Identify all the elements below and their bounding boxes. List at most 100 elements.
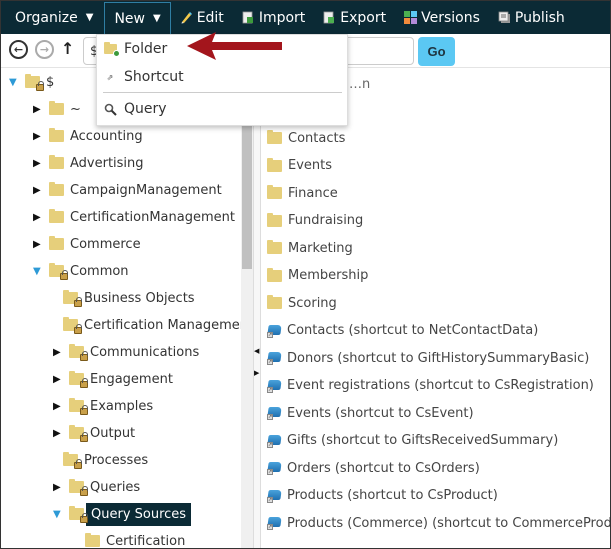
menu-item-query[interactable]: Query	[97, 95, 347, 123]
export-button[interactable]: Export	[314, 1, 395, 34]
tree-item-label: Examples	[90, 398, 154, 414]
forward-button[interactable]: →	[35, 40, 54, 59]
tree-item-label: Business Objects	[84, 290, 195, 306]
list-item-shortcut[interactable]: ↗ Gifts (shortcut to GiftsReceivedSummary…	[267, 430, 558, 452]
locked-folder-icon	[69, 398, 88, 415]
list-item-shortcut[interactable]: ↗ Orders (shortcut to CsOrders)	[267, 457, 480, 479]
query-icon	[103, 103, 117, 116]
folder-icon	[49, 155, 64, 169]
tree-item[interactable]: ▼ $	[9, 71, 54, 93]
collapsed-toggle-icon[interactable]: ▶	[33, 239, 43, 250]
tree-item[interactable]: ▶ CampaignManagement	[33, 179, 222, 201]
folder-icon	[267, 130, 282, 144]
callout-arrow-icon	[187, 32, 282, 60]
collapsed-toggle-icon[interactable]: ▶	[33, 104, 43, 115]
import-button[interactable]: Import	[233, 1, 314, 34]
list-item-folder[interactable]: Marketing	[267, 237, 353, 259]
collapsed-toggle-icon[interactable]: ▶	[53, 374, 63, 385]
list-item-shortcut[interactable]: ↗ Events (shortcut to CsEvent)	[267, 402, 474, 424]
collapsed-toggle-icon[interactable]: ▶	[53, 428, 63, 439]
edit-button[interactable]: Edit	[171, 1, 233, 34]
list-item-label: Gifts (shortcut to GiftsReceivedSummary)	[287, 433, 559, 448]
publish-button[interactable]: Publish	[489, 1, 574, 34]
expanded-toggle-icon[interactable]: ▼	[9, 77, 19, 88]
folder-icon	[49, 236, 64, 250]
tree-item[interactable]: ▶ Commerce	[33, 233, 141, 255]
organize-menu-button[interactable]: Organize ▼	[1, 1, 102, 34]
collapsed-toggle-icon[interactable]: ▶	[53, 347, 63, 358]
list-item-folder[interactable]: Events	[267, 155, 332, 177]
tree-item[interactable]: ▶ ~	[33, 98, 81, 120]
tree-item-label: Certification Management	[84, 317, 241, 333]
list-item-shortcut[interactable]: ↗ Donors (shortcut to GiftHistorySummaryB…	[267, 347, 589, 369]
expanded-toggle-icon[interactable]: ▼	[33, 266, 43, 277]
up-button[interactable]: ↑	[61, 39, 74, 58]
versions-icon	[404, 11, 418, 24]
new-menu-button[interactable]: New ▼	[104, 1, 171, 35]
folder-add-icon	[103, 42, 120, 57]
list-item-label: Marketing	[288, 240, 353, 256]
folder-icon	[49, 182, 64, 196]
back-button[interactable]: ←	[9, 40, 28, 59]
folder-icon	[267, 212, 282, 227]
tree-item[interactable]: Processes	[63, 449, 148, 471]
query-source-shortcut-icon: ↗	[267, 352, 282, 365]
collapsed-toggle-icon[interactable]: ▶	[33, 185, 43, 196]
collapse-left-icon[interactable]: ◀	[254, 347, 259, 355]
list-item-label: Membership	[288, 268, 369, 283]
folder-icon	[267, 267, 282, 282]
tree-item[interactable]: ▶ Output	[53, 422, 135, 444]
lock-icon	[74, 297, 82, 307]
tree-item-label: Engagement	[90, 371, 173, 387]
list-item-label: Events	[288, 158, 333, 173]
collapsed-toggle-icon[interactable]: ▶	[33, 212, 43, 223]
go-button[interactable]: Go	[418, 37, 455, 66]
collapsed-toggle-icon[interactable]: ▶	[53, 401, 63, 412]
list-item-folder[interactable]: Fundraising	[267, 210, 363, 232]
expand-right-icon[interactable]: ▶	[254, 369, 259, 377]
tree-item[interactable]: ▶ Accounting	[33, 125, 143, 147]
folder-icon	[267, 157, 282, 172]
tree-item[interactable]: Certification Management	[63, 314, 241, 336]
expanded-toggle-icon[interactable]: ▼	[53, 509, 63, 520]
list-item-label: Fundraising	[288, 213, 364, 228]
collapsed-toggle-icon[interactable]: ▶	[33, 158, 43, 169]
locked-folder-icon	[25, 74, 44, 91]
tree-item[interactable]: ▼ Query Sources	[53, 502, 192, 526]
list-item-folder[interactable]: Contacts	[267, 127, 345, 149]
tree-item[interactable]: ▶ Communications	[53, 341, 199, 363]
list-item-folder[interactable]: Scoring	[267, 292, 337, 314]
tree-item[interactable]: ▶ Advertising	[33, 152, 144, 174]
tree-item[interactable]: Business Objects	[63, 287, 195, 309]
tree-item-label: ~	[70, 101, 81, 117]
tree-item-label: Query Sources	[86, 502, 192, 526]
tree-item[interactable]: ▶ Engagement	[53, 368, 173, 390]
menu-item-shortcut[interactable]: ⇗ Shortcut	[97, 63, 347, 91]
folder-icon	[49, 101, 64, 115]
lock-icon	[80, 432, 88, 442]
tree-item[interactable]: ▶ Queries	[53, 476, 140, 498]
list-item-shortcut[interactable]: ↗ Event registrations (shortcut to CsRegi…	[267, 375, 594, 397]
query-source-shortcut-icon: ↗	[267, 489, 282, 503]
list-item-folder[interactable]: Membership	[267, 265, 368, 287]
collapsed-toggle-icon[interactable]: ▶	[33, 131, 43, 142]
list-item-folder[interactable]: Finance	[267, 182, 338, 204]
publish-label: Publish	[514, 9, 565, 26]
pane-splitter[interactable]	[253, 69, 261, 548]
forward-arrow-icon: →	[39, 43, 50, 56]
tree-item[interactable]: Certification	[85, 530, 185, 548]
collapsed-toggle-icon[interactable]: ▶	[53, 482, 63, 493]
tree-item[interactable]: ▶ Examples	[53, 395, 153, 417]
lock-icon	[80, 486, 88, 496]
list-item-shortcut[interactable]: ↗ Products (shortcut to CsProduct)	[267, 485, 498, 507]
tree-item[interactable]: ▼ Common	[33, 260, 129, 282]
tree-item[interactable]: ▶ CertificationManagement	[33, 206, 235, 228]
list-item-label: Orders (shortcut to CsOrders)	[287, 460, 480, 476]
list-item-shortcut[interactable]: ↗ Products (Commerce) (shortcut to Commer…	[267, 512, 610, 534]
list-item-shortcut[interactable]: ↗ Contacts (shortcut to NetContactData)	[267, 320, 538, 342]
locked-folder-icon	[69, 344, 88, 361]
versions-button[interactable]: Versions	[395, 1, 489, 34]
edit-label: Edit	[196, 9, 224, 26]
lock-icon	[60, 270, 68, 280]
menu-separator	[103, 92, 342, 93]
